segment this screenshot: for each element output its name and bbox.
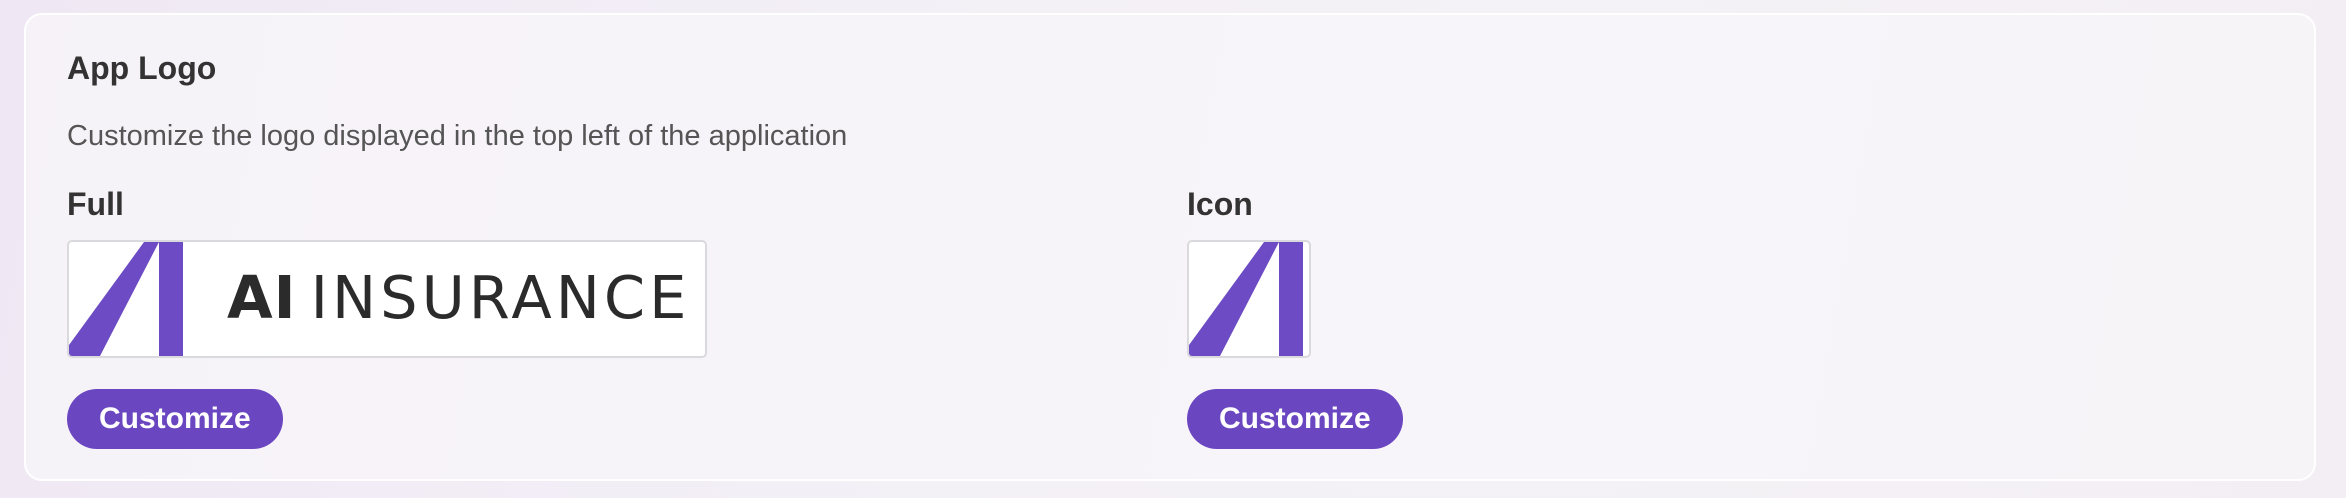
brand-logo-mark-icon xyxy=(1189,242,1303,356)
brand-wordmark: AI INSURANCE xyxy=(227,268,690,327)
brand-logo-mark-icon xyxy=(69,242,183,356)
customize-full-logo-button[interactable]: Customize xyxy=(67,389,283,449)
full-logo-preview: AI INSURANCE xyxy=(67,240,707,358)
card-title: App Logo xyxy=(67,50,217,86)
brand-wordmark-light: INSURANCE xyxy=(310,263,691,332)
card-description: Customize the logo displayed in the top … xyxy=(67,120,848,152)
icon-logo-label: Icon xyxy=(1187,186,1253,222)
full-logo-label: Full xyxy=(67,186,124,222)
icon-logo-preview xyxy=(1187,240,1311,358)
customize-icon-logo-button[interactable]: Customize xyxy=(1187,389,1403,449)
app-logo-card: App Logo Customize the logo displayed in… xyxy=(24,13,2316,481)
brand-wordmark-bold: AI xyxy=(227,263,297,332)
